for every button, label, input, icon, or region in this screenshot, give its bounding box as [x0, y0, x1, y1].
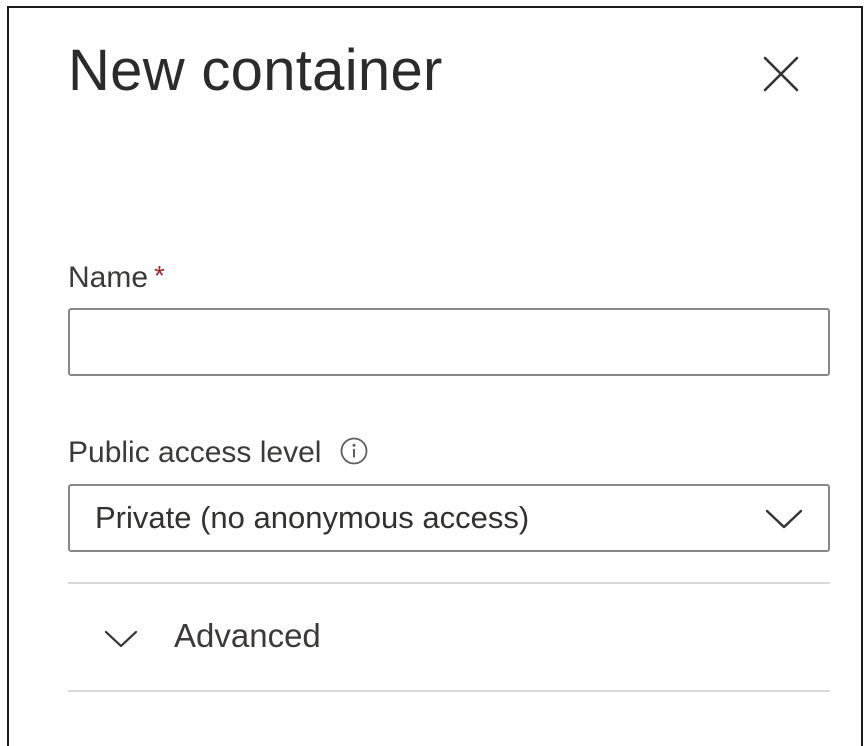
chevron-down-icon	[765, 509, 803, 529]
close-button[interactable]	[757, 50, 805, 98]
new-container-panel: New container Name * Public access level …	[7, 6, 863, 746]
name-label-text: Name	[68, 261, 149, 294]
public-access-dropdown[interactable]: Private (no anonymous access)	[68, 484, 830, 552]
info-icon[interactable]	[339, 436, 369, 466]
advanced-label: Advanced	[174, 617, 321, 654]
public-access-label: Public access level	[68, 435, 369, 471]
name-input[interactable]	[68, 308, 830, 376]
public-access-label-text: Public access level	[68, 436, 322, 469]
close-icon	[763, 56, 799, 92]
divider	[68, 582, 830, 584]
divider	[68, 690, 830, 692]
name-label: Name *	[68, 260, 165, 296]
advanced-toggle[interactable]: Advanced	[104, 612, 404, 662]
panel-title: New container	[68, 38, 443, 103]
public-access-selected-value: Private (no anonymous access)	[95, 500, 530, 535]
required-marker: *	[154, 260, 165, 291]
chevron-down-icon	[104, 630, 138, 648]
